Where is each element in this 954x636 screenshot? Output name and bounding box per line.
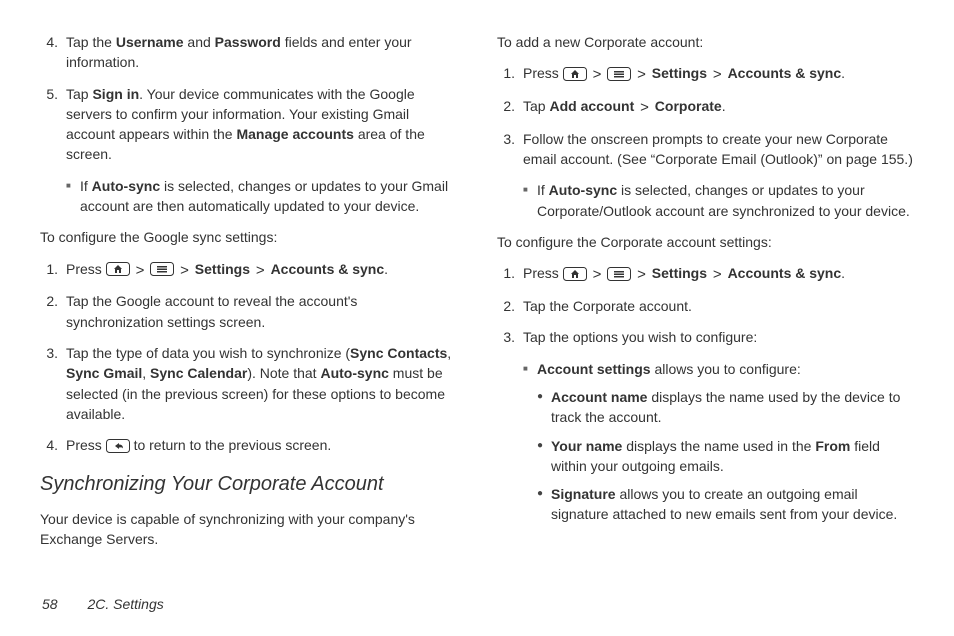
step-number: 2. <box>497 96 523 118</box>
step-number: 4. <box>40 435 66 455</box>
step-text: Tap the Username and Password fields and… <box>66 32 457 73</box>
bullet-account-name: ● Account name displays the name used by… <box>537 387 914 428</box>
gstep-3: 3. Tap the type of data you wish to sync… <box>40 343 457 424</box>
sub-text: If Auto-sync is selected, changes or upd… <box>537 180 914 221</box>
section-heading: Synchronizing Your Corporate Account <box>40 470 457 499</box>
step-number: 1. <box>497 63 523 85</box>
step-text: Tap Sign in. Your device communicates wi… <box>66 84 457 165</box>
step-text: Press > > Settings > Accounts & sync. <box>523 63 914 85</box>
square-bullet-icon: ■ <box>523 180 537 221</box>
step-number: 3. <box>497 129 523 170</box>
step-text: Tap the type of data you wish to synchro… <box>66 343 457 424</box>
dot-bullet-icon: ● <box>537 484 551 525</box>
configure-corporate-intro: To configure the Corporate account setti… <box>497 232 914 252</box>
gt-icon: > <box>635 66 648 83</box>
square-bullet-icon: ■ <box>523 359 537 379</box>
astep-3-sub: ■ If Auto-sync is selected, changes or u… <box>523 180 914 221</box>
gt-icon: > <box>178 262 191 279</box>
square-bullet-icon: ■ <box>66 176 80 217</box>
gt-icon: > <box>134 262 147 279</box>
cstep-3: 3. Tap the options you wish to configure… <box>497 327 914 347</box>
bullet-your-name: ● Your name displays the name used in th… <box>537 436 914 477</box>
left-column: 4. Tap the Username and Password fields … <box>40 32 457 549</box>
step-text: Tap the options you wish to configure: <box>523 327 914 347</box>
step-5-sub: ■ If Auto-sync is selected, changes or u… <box>66 176 457 217</box>
step-number: 1. <box>40 259 66 281</box>
bullet-signature: ● Signature allows you to create an outg… <box>537 484 914 525</box>
add-corporate-intro: To add a new Corporate account: <box>497 32 914 52</box>
cstep-3-sub: ■ Account settings allows you to configu… <box>523 359 914 525</box>
cstep-2: 2. Tap the Corporate account. <box>497 296 914 316</box>
page-footer: 58 2C. Settings <box>42 594 164 614</box>
step-text: Tap the Corporate account. <box>523 296 914 316</box>
step-5: 5. Tap Sign in. Your device communicates… <box>40 84 457 165</box>
gt-icon: > <box>638 99 651 116</box>
astep-3: 3. Follow the onscreen prompts to create… <box>497 129 914 170</box>
gstep-4: 4. Press to return to the previous scree… <box>40 435 457 455</box>
gt-icon: > <box>635 266 648 283</box>
gt-icon: > <box>591 66 604 83</box>
step-number: 5. <box>40 84 66 165</box>
sub-text: Account settings allows you to configure… <box>537 359 914 379</box>
astep-1: 1. Press > > Settings > Accounts & sync. <box>497 63 914 85</box>
step-number: 2. <box>40 291 66 332</box>
menu-key-icon <box>150 262 174 276</box>
gt-icon: > <box>711 66 724 83</box>
menu-key-icon <box>607 67 631 81</box>
step-text: Press > > Settings > Accounts & sync. <box>66 259 457 281</box>
page-content: 4. Tap the Username and Password fields … <box>0 0 954 559</box>
step-text: Tap the Google account to reveal the acc… <box>66 291 457 332</box>
step-number: 3. <box>40 343 66 424</box>
menu-key-icon <box>607 267 631 281</box>
gstep-1: 1. Press > > Settings > Accounts & sync. <box>40 259 457 281</box>
gt-icon: > <box>711 266 724 283</box>
google-sync-intro: To configure the Google sync settings: <box>40 227 457 247</box>
right-column: To add a new Corporate account: 1. Press… <box>497 32 914 549</box>
step-number: 4. <box>40 32 66 73</box>
astep-2: 2. Tap Add account > Corporate. <box>497 96 914 118</box>
step-text: Press to return to the previous screen. <box>66 435 457 455</box>
step-text: Press > > Settings > Accounts & sync. <box>523 263 914 285</box>
home-key-icon <box>563 267 587 281</box>
gstep-2: 2. Tap the Google account to reveal the … <box>40 291 457 332</box>
gt-icon: > <box>591 266 604 283</box>
dot-bullet-icon: ● <box>537 387 551 428</box>
step-text: Tap Add account > Corporate. <box>523 96 914 118</box>
step-4: 4. Tap the Username and Password fields … <box>40 32 457 73</box>
page-number: 58 <box>42 596 58 612</box>
sub-text: If Auto-sync is selected, changes or upd… <box>80 176 457 217</box>
section-label: 2C. Settings <box>87 596 163 612</box>
step-text: Follow the onscreen prompts to create yo… <box>523 129 914 170</box>
gt-icon: > <box>254 262 267 279</box>
cstep-1: 1. Press > > Settings > Accounts & sync. <box>497 263 914 285</box>
step-number: 3. <box>497 327 523 347</box>
section-desc: Your device is capable of synchronizing … <box>40 509 457 550</box>
home-key-icon <box>563 67 587 81</box>
step-number: 1. <box>497 263 523 285</box>
home-key-icon <box>106 262 130 276</box>
step-number: 2. <box>497 296 523 316</box>
back-key-icon <box>106 439 130 453</box>
dot-bullet-icon: ● <box>537 436 551 477</box>
